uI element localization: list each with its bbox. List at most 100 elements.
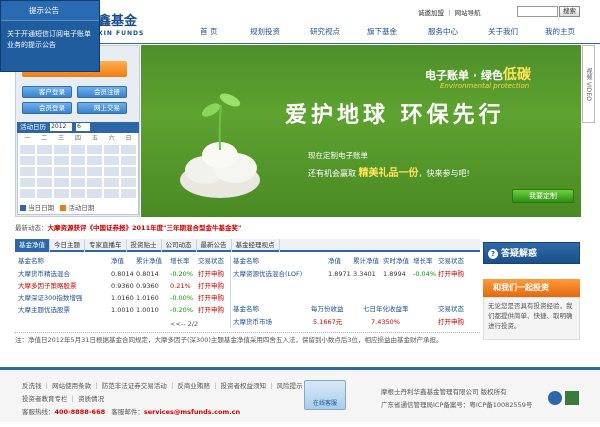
footer-links-1[interactable]: 反洗钱 ｜ 网站使用条款 ｜ 防范非法证券交易活动 ｜ 反商业贿赂 ｜ 投资者权… (22, 380, 303, 390)
register-button[interactable]: 会员注册 (77, 86, 127, 98)
calendar-day-cell[interactable] (53, 167, 69, 176)
brand-sub: XIN FUNDS (98, 30, 145, 37)
calendar-title: 活动日历 (20, 123, 46, 131)
nav-note: 注：净值日2012年5月31日根据基金合同规定，大摩多因子(深300)主题基金净… (15, 332, 480, 346)
security-icon[interactable] (565, 391, 579, 405)
fund-row[interactable]: 大摩主题优选股票 1.0010 1.0010 -0.20% 打开申购 (18, 304, 228, 316)
calendar-day-cell[interactable] (104, 156, 120, 165)
customize-button[interactable]: 我要定制 (512, 189, 574, 203)
calendar-day-cell[interactable] (36, 145, 52, 154)
calendar-day-cell[interactable] (87, 156, 103, 165)
tab-nav[interactable]: 基金净值 (15, 239, 50, 252)
footer-links-2[interactable]: 投资者教育专栏 ｜ 资质情况 (22, 393, 104, 403)
calendar-day-cell[interactable] (20, 189, 35, 198)
table1-pager[interactable]: <<-- 2/2 (170, 320, 198, 328)
fund-row[interactable]: 大摩多因子策略股票 0.9360 0.9360 0.21% 打开申购 (18, 280, 228, 292)
tab-live[interactable]: 专家直播车 (85, 239, 127, 252)
search-button[interactable]: 搜索 (559, 6, 580, 17)
nav-funds[interactable]: 旗下基金 (367, 26, 397, 37)
main-nav: 首 页 规划投资 研究视点 旗下基金 服务中心 关于我们 我的主页 (185, 26, 595, 42)
table2-header: 基金名称 净值 累计净值 实时净值 增长率 交易状态 (233, 257, 464, 265)
fund-row[interactable]: 大摩货币精选混合 0.8014 0.8014 -0.20% 打开申购 (18, 268, 228, 280)
calendar-day-cell[interactable] (70, 145, 86, 154)
calendar-week-row (19, 189, 137, 199)
calendar-day-cell[interactable] (121, 189, 137, 198)
calendar-day-cell[interactable] (20, 167, 35, 176)
ep-subtitle: Environmental protection (440, 82, 530, 90)
nav-research[interactable]: 研究视点 (310, 26, 340, 37)
top-links[interactable]: 诚邀加盟 ｜ 网站导航 (418, 7, 481, 17)
footer-contact: 客服热线：400-8888-668 客服邮件：services@msfunds.… (22, 408, 241, 416)
calendar-day-cell[interactable] (87, 167, 103, 176)
calendar-day-cell[interactable] (121, 178, 137, 187)
invest-together-banner[interactable]: 和我们一起投资 (483, 279, 580, 297)
badge-icon[interactable] (548, 391, 562, 405)
online-trade-button[interactable]: 网上交易 (77, 102, 127, 114)
table2-row[interactable]: 大摩资源优选混合(LOF) 1.8971 3.3401 1.8994 -0.04… (233, 268, 478, 280)
calendar-day-cell[interactable] (121, 156, 137, 165)
notice-popup[interactable]: 提示公告 关于开通短信订阅电子账单业务的提示公告 (0, 0, 100, 72)
calendar-day-cell[interactable] (20, 178, 35, 187)
table3-header: 基金名称 每万份收益 七日年化收益率 交易状态 (233, 305, 464, 313)
calendar-day-cell[interactable] (70, 156, 86, 165)
event-swatch (60, 205, 67, 211)
calendar-week-row (19, 167, 137, 177)
online-service-button[interactable]: 在线客服 (304, 380, 346, 410)
paper-plant-illustration (180, 93, 260, 198)
login-button[interactable]: 客户登录 (22, 86, 72, 98)
banner-text-1: 现在定制电子账单 (308, 151, 368, 160)
nav-home[interactable]: 首 页 (200, 26, 217, 37)
calendar-day-cell[interactable] (70, 167, 86, 176)
calendar-day-cell[interactable] (53, 145, 69, 154)
fund-tabs: 基金净值 今日主题 专家直播车 投资贴士 公司动态 最新公告 基金经理视点 (15, 239, 480, 252)
footer-company: 摩根士丹利华鑫基金管理有限公司 版权所有 (381, 388, 507, 396)
weekday-row: 一二三四五六日 (24, 135, 132, 142)
table1-header: 基金名称 净值 累计净值 增长率 交易状态 (18, 257, 224, 265)
nav-service[interactable]: 服务中心 (428, 26, 458, 37)
footer-icp[interactable]: 广东省通信管理局ICP备案号：粤ICP备10082559号 (381, 399, 532, 409)
tab-manager[interactable]: 基金经理视点 (232, 239, 280, 252)
nav-plan[interactable]: 规划投资 (250, 26, 280, 37)
calendar-day-cell[interactable] (87, 145, 103, 154)
brand-logo[interactable]: 鑫基金 (98, 10, 137, 29)
tab-topic[interactable]: 今日主题 (50, 239, 85, 252)
calendar-day-cell[interactable] (121, 145, 137, 154)
calendar-day-cell[interactable] (36, 156, 52, 165)
calendar-day-cell[interactable] (121, 167, 137, 176)
calendar-day-cell[interactable] (104, 167, 120, 176)
year-select[interactable]: 2012 (50, 123, 73, 131)
calendar-day-cell[interactable] (104, 178, 120, 187)
calendar-day-cell[interactable] (53, 189, 69, 198)
calendar-day-cell[interactable] (104, 189, 120, 198)
nav-mypage[interactable]: 我的主页 (545, 26, 575, 37)
calendar-day-cell[interactable] (70, 178, 86, 187)
calendar-day-cell[interactable] (20, 156, 35, 165)
banner-text-2: 还有机会赢取 精美礼品一份，快来参与吧! (308, 168, 470, 179)
calendar-day-cell[interactable] (104, 145, 120, 154)
search-input[interactable] (517, 6, 558, 17)
table3-row[interactable]: 大摩货币市场 5.1667元 7.4350% 打开申购 (233, 316, 478, 328)
tab-notice[interactable]: 最新公告 (197, 239, 232, 252)
calendar-day-cell[interactable] (87, 189, 103, 198)
calendar-day-cell[interactable] (53, 178, 69, 187)
news-ticker[interactable]: 最新动态：大摩资源获评《中国证券报》2011年度"三年期混合型金牛基金奖" (15, 222, 480, 234)
calendar-day-cell[interactable] (20, 145, 35, 154)
invest-text: 无论您是否具有投资经验，我们都提供简单、快捷、取明确进行投资。 (483, 297, 580, 340)
calendar-day-cell[interactable] (36, 178, 52, 187)
calendar-day-cell[interactable] (36, 189, 52, 198)
popup-body[interactable]: 关于开通短信订阅电子账单业务的提示公告 (1, 21, 99, 59)
tab-news[interactable]: 公司动态 (162, 239, 197, 252)
month-select[interactable]: 6 (76, 123, 91, 131)
calendar-day-cell[interactable] (53, 156, 69, 165)
fund-row[interactable]: 大摩深证300指数增强 1.0160 1.0160 -0.00% 打开申购 (18, 292, 228, 304)
calendar-day-cell[interactable] (87, 178, 103, 187)
calendar-header: 活动日历 2012 6 (17, 122, 139, 133)
tab-tips[interactable]: 投资贴士 (127, 239, 162, 252)
calendar-day-cell[interactable] (36, 167, 52, 176)
video-tab[interactable]: 视频 VIDEO (582, 45, 595, 123)
faq-button[interactable]: ? 答疑解惑 (483, 242, 580, 264)
member-login-button[interactable]: 会员登录 (22, 102, 72, 114)
nav-about[interactable]: 关于我们 (488, 26, 518, 37)
calendar-week-row (19, 156, 137, 166)
calendar-day-cell[interactable] (70, 189, 86, 198)
